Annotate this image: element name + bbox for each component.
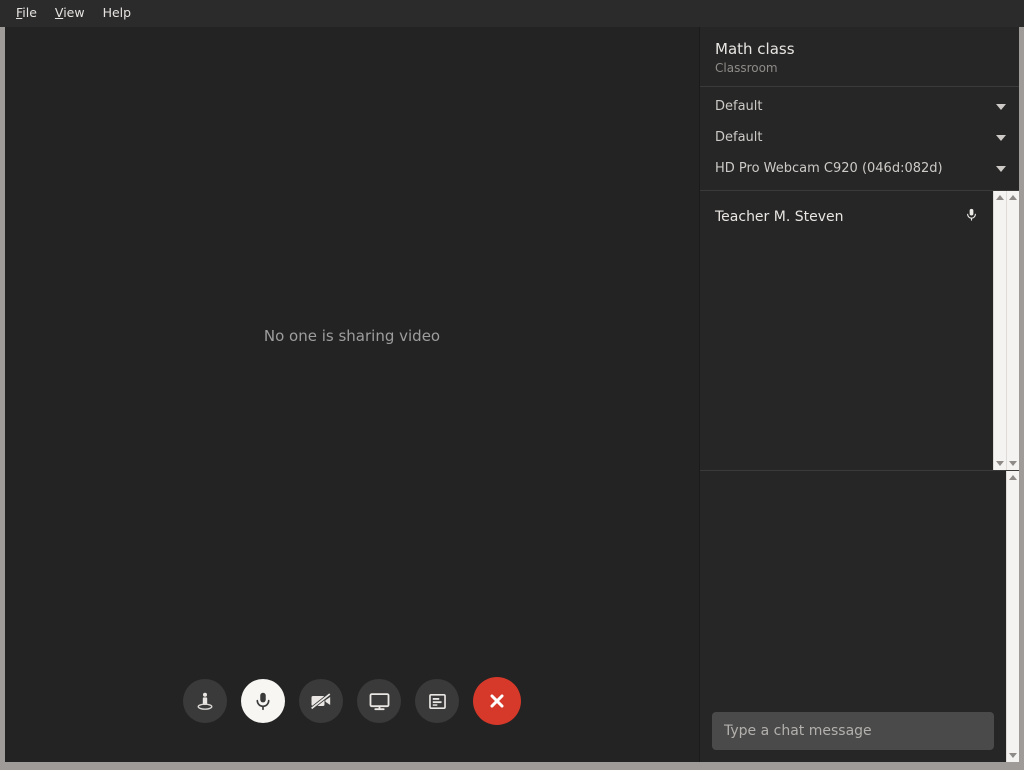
microphone-button[interactable] [241, 679, 285, 723]
hangup-button[interactable] [473, 677, 521, 725]
raise-hand-button[interactable] [183, 679, 227, 723]
participants-list: Teacher M. Steven [700, 191, 993, 470]
chevron-down-icon [996, 135, 1006, 141]
call-controls-toolbar [5, 677, 699, 725]
scrollbar-track[interactable] [1007, 200, 1019, 461]
menu-item-help[interactable]: Help [94, 4, 141, 23]
audio-output-select-value: Default [715, 99, 988, 114]
scroll-down-arrow-icon[interactable] [1009, 461, 1017, 466]
menu-bar: File View Help [0, 0, 1024, 27]
chat-input-wrapper [700, 703, 1006, 762]
video-off-icon [309, 689, 333, 713]
side-panel: Math class Classroom Default Default HD … [699, 27, 1019, 762]
audio-input-select-value: Default [715, 130, 988, 145]
no-video-message: No one is sharing video [5, 327, 699, 345]
scrollbar-track[interactable] [994, 200, 1006, 461]
chat-region [700, 471, 1019, 762]
camera-button[interactable] [299, 679, 343, 723]
participant-name: Teacher M. Steven [715, 209, 964, 225]
participants-scrollbars [993, 191, 1019, 470]
video-input-select-value: HD Pro Webcam C920 (046d:082d) [715, 161, 988, 176]
scroll-down-arrow-icon[interactable] [996, 461, 1004, 466]
scroll-down-arrow-icon[interactable] [1009, 753, 1017, 758]
list-item[interactable]: Teacher M. Steven [700, 203, 993, 230]
menu-item-help-label: Help [103, 5, 132, 20]
screen-share-button[interactable] [357, 679, 401, 723]
video-input-select[interactable]: HD Pro Webcam C920 (046d:082d) [700, 153, 1019, 184]
microphone-icon [252, 690, 274, 712]
chevron-down-icon [996, 166, 1006, 172]
audio-input-select[interactable]: Default [700, 122, 1019, 153]
meeting-subtitle: Classroom [715, 61, 1004, 75]
monitor-icon [368, 690, 391, 713]
chevron-down-icon [996, 104, 1006, 110]
meeting-header: Math class Classroom [700, 27, 1019, 87]
chat-scrollbar[interactable] [1006, 471, 1019, 762]
device-selectors: Default Default HD Pro Webcam C920 (046d… [700, 87, 1019, 191]
audio-output-select[interactable]: Default [700, 91, 1019, 122]
menu-item-file[interactable]: File [7, 4, 46, 23]
menu-item-view[interactable]: View [46, 4, 94, 23]
window-body: No one is sharing video [0, 27, 1024, 770]
video-stage: No one is sharing video [5, 27, 699, 762]
chat-document-icon [427, 691, 448, 712]
menu-item-view-label: iew [63, 5, 84, 20]
participants-scrollbar-outer[interactable] [1006, 191, 1019, 470]
scrollbar-track[interactable] [1007, 480, 1019, 753]
podium-person-icon [194, 690, 216, 712]
participants-region: Teacher M. Steven [700, 191, 1019, 471]
microphone-icon[interactable] [964, 207, 979, 226]
video-conference-window: File View Help No one is sharing video [0, 0, 1024, 770]
chat-column [700, 471, 1006, 762]
chat-input[interactable] [712, 712, 994, 750]
participants-scrollbar-inner[interactable] [993, 191, 1006, 470]
meeting-title: Math class [715, 39, 1004, 59]
close-x-icon [486, 690, 508, 712]
chat-message-list [700, 471, 1006, 703]
chat-panel-button[interactable] [415, 679, 459, 723]
menu-item-file-label: ile [22, 5, 37, 20]
